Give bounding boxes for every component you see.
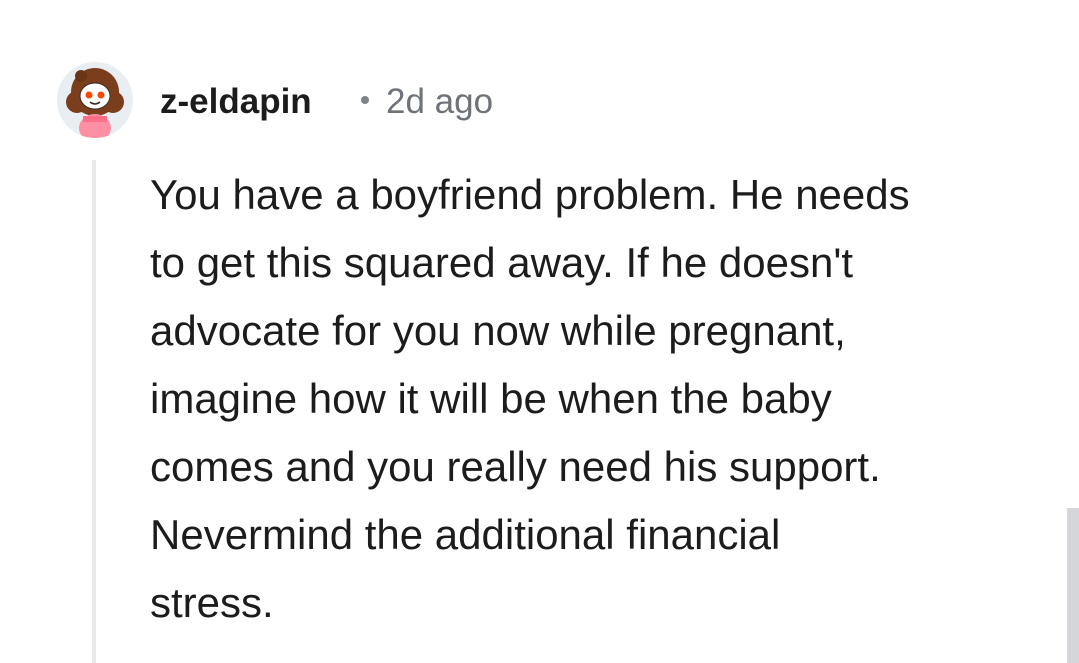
username-link[interactable]: z-eldapin [160,82,312,122]
timestamp[interactable]: 2d ago [386,82,493,122]
comment-body-line: to get this squared away. If he doesn't [150,239,854,286]
thread-collapse-line[interactable] [92,160,96,663]
comment-body-line: imagine how it will be when the baby [150,375,832,422]
comment-body-line: stress. [150,579,274,626]
reddit-snoo-avatar-icon [66,68,124,138]
comment-body-line: advocate for you now while pregnant, [150,307,846,354]
avatar[interactable] [57,62,133,138]
comment-body: You have a boyfriend problem. He needs t… [150,161,1040,637]
comment: z-eldapin 2d ago You have a boyfriend pr… [0,0,1079,663]
separator-dot [361,96,369,104]
scrollbar-thumb[interactable] [1067,508,1079,663]
comment-body-line: Nevermind the additional financial [150,511,781,558]
comment-body-line: You have a boyfriend problem. He needs [150,171,910,218]
comment-body-line: comes and you really need his support. [150,443,881,490]
